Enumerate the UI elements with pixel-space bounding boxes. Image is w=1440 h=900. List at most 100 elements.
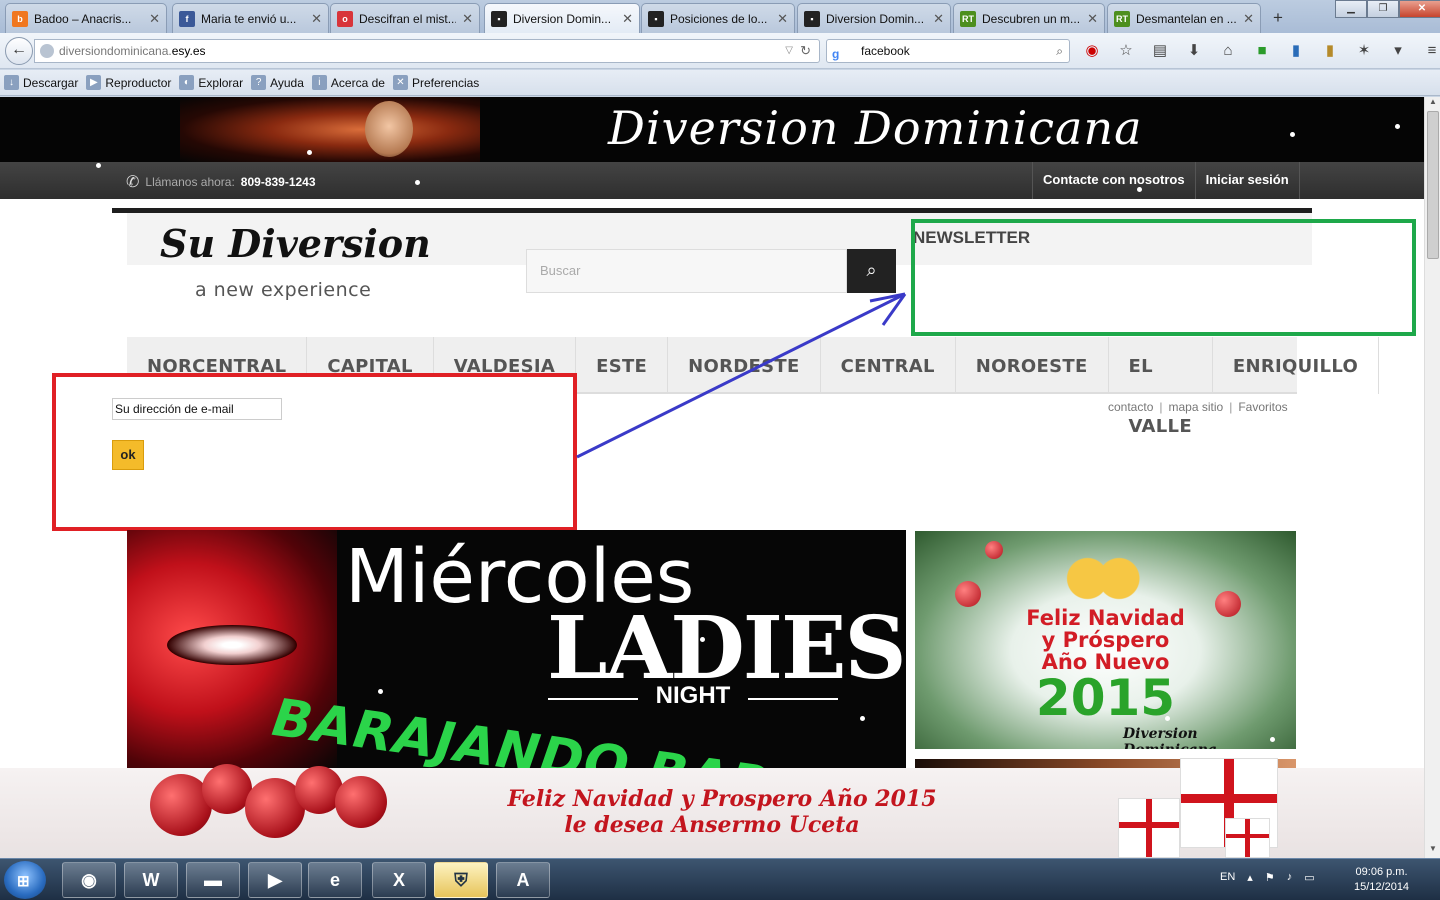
network-icon[interactable]: ▭ — [1304, 871, 1314, 884]
christmas-promo[interactable]: Feliz Navidad y Próspero Año Nuevo 2015 … — [915, 531, 1296, 749]
home-icon[interactable]: ⌂ — [1218, 41, 1238, 61]
browser-tab[interactable]: ▪ Diversion Domin... ✕ — [797, 3, 951, 33]
rt-icon: RT — [1114, 10, 1130, 27]
bells-icon — [1065, 556, 1140, 601]
flag-icon[interactable]: ⚑ — [1265, 871, 1275, 884]
ladies-night-promo[interactable]: Miércoles LADIES NIGHT BARAJANDO BAR — [127, 530, 906, 770]
site-tagline: a new experience — [195, 279, 372, 301]
hamburger-menu-icon[interactable]: ≡ — [1422, 41, 1440, 61]
bookmark-label: Ayuda — [270, 75, 304, 90]
tab-title: Descifran el mist... — [359, 11, 457, 26]
newsletter-email-input[interactable]: Su dirección de e-mail — [112, 398, 282, 420]
language-indicator[interactable]: EN — [1220, 871, 1235, 884]
explorer-icon[interactable]: ▬ — [186, 862, 240, 898]
download-arrow-icon[interactable]: ⬇ — [1184, 41, 1204, 61]
scroll-down-icon[interactable]: ▼ — [1425, 844, 1440, 858]
url-dropdown-icon[interactable]: ▽ — [785, 40, 793, 62]
close-tab-icon[interactable]: ✕ — [149, 11, 160, 27]
bookmark-item[interactable]: ? Ayuda — [251, 75, 304, 90]
new-tab-button[interactable]: + — [1268, 8, 1288, 28]
media-icon[interactable]: ▶ — [248, 862, 302, 898]
browser-tab[interactable]: b Badoo – Anacris... ✕ — [5, 3, 167, 33]
security-icon[interactable]: ⛨ — [434, 862, 488, 898]
clock[interactable]: 09:06 p.m. 15/12/2014 — [1354, 865, 1409, 895]
menu-item[interactable]: NORDESTE — [668, 337, 821, 394]
browser-tab[interactable]: RT Desmantelan en ... ✕ — [1107, 3, 1261, 33]
footer-christmas-banner: Feliz Navidad y Prospero Año 2015 le des… — [0, 758, 1424, 858]
site-search-button[interactable]: ⌕ — [847, 249, 896, 293]
tray-arrow-icon[interactable]: ▴ — [1247, 871, 1253, 884]
sitemap-link[interactable]: mapa sitio — [1169, 400, 1224, 414]
ie-icon[interactable]: e — [308, 862, 362, 898]
menu-item[interactable]: CENTRAL — [821, 337, 956, 394]
menu-item[interactable]: EL VALLE — [1109, 337, 1213, 437]
minimize-button[interactable]: ▁ — [1335, 0, 1367, 18]
star-icon[interactable]: ☆ — [1116, 41, 1136, 61]
download-icon: ↓ — [4, 75, 19, 90]
snowflake-icon — [860, 716, 865, 721]
login-link[interactable]: Iniciar sesión — [1194, 162, 1300, 199]
search-icon[interactable]: ⌕ — [1056, 40, 1063, 62]
word-icon[interactable]: W — [124, 862, 178, 898]
reading-list-icon[interactable]: ▤ — [1150, 41, 1170, 61]
bookmark-item[interactable]: ✕ Preferencias — [392, 75, 479, 90]
volume-icon[interactable]: ♪ — [1287, 871, 1293, 884]
browser-tab[interactable]: ▪ Posiciones de lo... ✕ — [641, 3, 795, 33]
close-tab-icon[interactable]: ✕ — [622, 11, 633, 27]
browser-tab[interactable]: ▪ Diversion Domin... ✕ — [484, 3, 640, 33]
greeting-line-2: y Próspero — [1041, 628, 1170, 652]
addon-icon[interactable]: ■ — [1252, 41, 1272, 61]
close-tab-icon[interactable]: ✕ — [933, 11, 944, 27]
bookmark-item[interactable]: ◐ Explorar — [179, 75, 243, 90]
tab-title: Desmantelan en ... — [1136, 11, 1237, 26]
scroll-up-icon[interactable]: ▲ — [1425, 97, 1440, 111]
browser-search-input[interactable]: g ▾ facebook ⌕ — [826, 39, 1070, 83]
scroll-thumb[interactable] — [1427, 111, 1439, 259]
bookmark-icon[interactable]: ▮ — [1286, 41, 1306, 61]
close-tab-icon[interactable]: ✕ — [311, 11, 322, 27]
bookmark-item[interactable]: ↓ Descargar — [4, 75, 78, 90]
site-logo[interactable]: Su Diversion — [160, 221, 431, 266]
contacto-link[interactable]: contacto — [1108, 400, 1153, 414]
close-tab-icon[interactable]: ✕ — [777, 11, 788, 27]
bookmark-label: Acerca de — [330, 75, 385, 90]
site-icon: ▪ — [491, 10, 507, 27]
favorites-link[interactable]: Favoritos — [1238, 400, 1287, 414]
excel-icon[interactable]: X — [372, 862, 426, 898]
site-search-input[interactable]: Buscar — [526, 249, 847, 293]
record-icon[interactable]: ◉ — [1082, 41, 1102, 61]
menu-item[interactable]: ESTE — [576, 337, 669, 394]
browser-tab[interactable]: RT Descubren un m... ✕ — [953, 3, 1105, 33]
bookmark-item[interactable]: i Acerca de — [311, 75, 385, 90]
close-tab-icon[interactable]: ✕ — [1243, 11, 1254, 27]
pdf-icon[interactable]: A — [496, 862, 550, 898]
bookmarks-bar: ↓ Descargar ▶ Reproductor ◐ Explorar ? Ayuda i Ac… — [0, 70, 1440, 96]
restore-button[interactable]: ❐ — [1367, 0, 1399, 18]
clock-date: 15/12/2014 — [1354, 881, 1410, 893]
google-icon[interactable]: g ▾ — [832, 43, 848, 83]
browser-tab[interactable]: f Maria te envió u... ✕ — [172, 3, 329, 33]
back-button[interactable]: ← — [5, 37, 33, 65]
extension-icon[interactable]: ✶ — [1354, 41, 1374, 61]
note-icon[interactable]: ▮ — [1320, 41, 1340, 61]
menu-item[interactable]: ENRIQUILLO — [1213, 337, 1380, 394]
newsletter-ok-button[interactable]: ok — [112, 440, 144, 470]
firefox-icon[interactable]: ◉ — [62, 862, 116, 898]
start-button[interactable]: ⊞ — [4, 861, 46, 899]
contact-link[interactable]: Contacte con nosotros — [1032, 162, 1195, 199]
browser-tab[interactable]: o Descifran el mist... ✕ — [330, 3, 480, 33]
menu-item[interactable]: NOROESTE — [956, 337, 1109, 394]
ornament-icon — [955, 581, 981, 607]
tab-title: Badoo – Anacris... — [34, 11, 132, 26]
page-scrollbar[interactable]: ▲ ▼ — [1424, 97, 1440, 858]
gift-icon — [1118, 798, 1180, 858]
reload-icon[interactable]: ↻ — [800, 40, 811, 62]
url-bar[interactable]: diversiondominicana.esy.es ▽ ↻ — [34, 39, 820, 63]
close-window-button[interactable]: ✕ — [1399, 0, 1440, 18]
close-tab-icon[interactable]: ✕ — [462, 11, 473, 27]
close-tab-icon[interactable]: ✕ — [1087, 11, 1098, 27]
bookmark-item[interactable]: ▶ Reproductor — [86, 75, 171, 90]
navigation-bar: ← diversiondominicana.esy.es ▽ ↻ g ▾ fac… — [0, 33, 1440, 83]
phone-label: Llámanos ahora: — [145, 175, 235, 189]
menu-dropdown-icon[interactable]: ▾ — [1388, 41, 1408, 61]
